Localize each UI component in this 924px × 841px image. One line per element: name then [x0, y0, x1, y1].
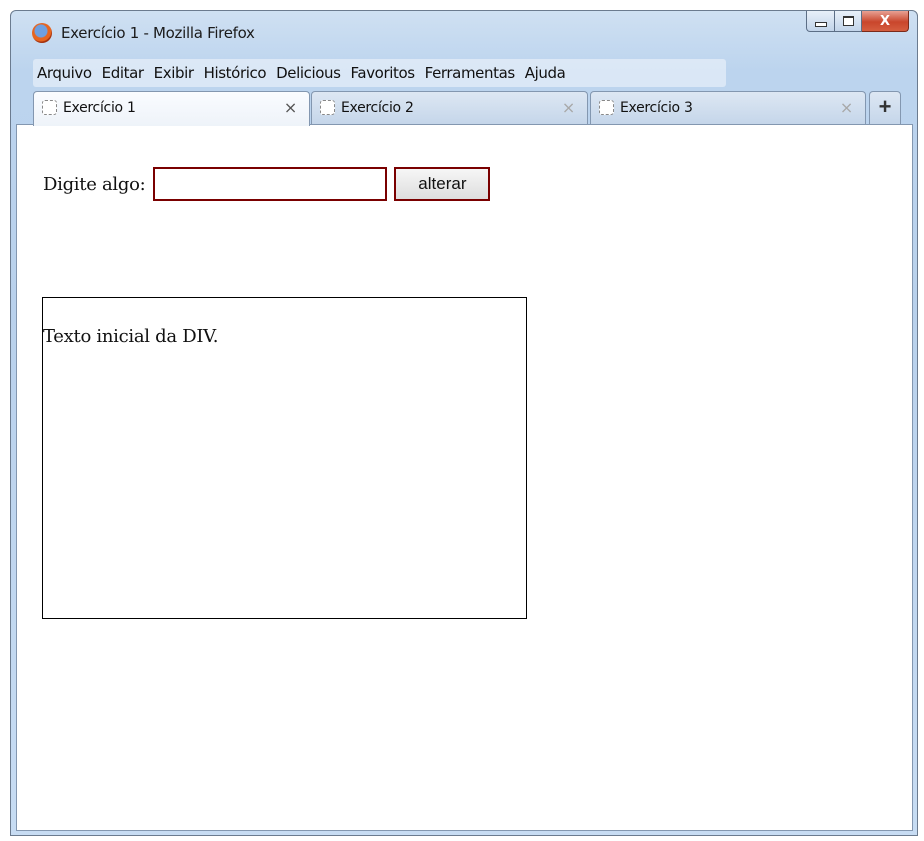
close-icon: X: [879, 13, 891, 29]
menu-editar[interactable]: Editar: [97, 64, 149, 82]
maximize-icon: [842, 16, 854, 26]
tab-exercicio-1[interactable]: Exercício 1 ×: [33, 91, 310, 126]
tab-strip: Exercício 1 × Exercício 2 × Exercício 3 …: [31, 91, 917, 126]
menu-historico[interactable]: Histórico: [199, 64, 271, 82]
div-text: Texto inicial da DIV.: [43, 326, 219, 347]
tab-exercicio-3[interactable]: Exercício 3 ×: [590, 91, 866, 124]
output-div: Texto inicial da DIV.: [42, 297, 527, 619]
menu-favoritos[interactable]: Favoritos: [346, 64, 420, 82]
page-favicon-icon: [42, 100, 57, 115]
browser-window: Exercício 1 - Mozilla Firefox X Arquivo …: [10, 10, 918, 836]
tab-close-icon[interactable]: ×: [562, 98, 575, 117]
menu-ajuda[interactable]: Ajuda: [520, 64, 571, 82]
firefox-icon: [32, 23, 52, 43]
alterar-button[interactable]: alterar: [394, 167, 491, 201]
tab-close-icon[interactable]: ×: [284, 98, 297, 117]
menu-arquivo[interactable]: Arquivo: [33, 64, 97, 82]
new-tab-button[interactable]: +: [869, 91, 901, 124]
tab-label: Exercício 2: [341, 100, 414, 116]
text-input[interactable]: [153, 167, 388, 201]
window-controls: X: [806, 11, 909, 33]
page-favicon-icon: [320, 100, 335, 115]
minimize-button[interactable]: [806, 11, 835, 32]
window-title: Exercício 1 - Mozilla Firefox: [61, 24, 255, 42]
tab-label: Exercício 1: [63, 100, 136, 116]
input-form: Digite algo: alterar: [43, 167, 491, 201]
page-favicon-icon: [599, 100, 614, 115]
page-content: Digite algo: alterar Texto inicial da DI…: [16, 124, 913, 831]
title-bar[interactable]: Exercício 1 - Mozilla Firefox X: [11, 11, 917, 55]
tab-exercicio-2[interactable]: Exercício 2 ×: [311, 91, 588, 124]
menu-delicious[interactable]: Delicious: [271, 64, 345, 82]
menu-ferramentas[interactable]: Ferramentas: [420, 64, 520, 82]
tab-label: Exercício 3: [620, 100, 693, 116]
close-button[interactable]: X: [862, 11, 909, 32]
menu-bar: Arquivo Editar Exibir Histórico Deliciou…: [33, 59, 726, 87]
tab-close-icon[interactable]: ×: [840, 98, 853, 117]
maximize-button[interactable]: [835, 11, 862, 32]
minimize-icon: [814, 21, 827, 27]
prompt-label: Digite algo:: [43, 173, 146, 195]
menu-exibir[interactable]: Exibir: [149, 64, 199, 82]
plus-icon: +: [878, 94, 892, 119]
